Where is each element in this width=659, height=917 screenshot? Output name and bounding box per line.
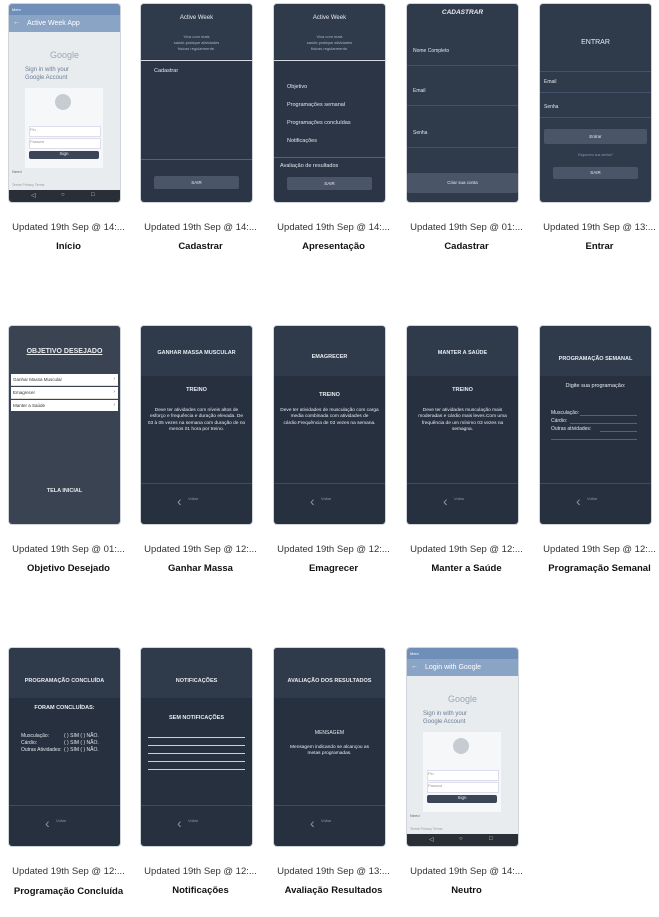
screen-name[interactable]: Cadastrar xyxy=(400,241,533,252)
nav-recent-icon[interactable]: □ xyxy=(91,192,95,198)
sair-button[interactable]: SAIR xyxy=(154,176,239,189)
nav-back-icon[interactable]: ◁ xyxy=(429,836,434,843)
back-arrow-icon: ← xyxy=(411,663,418,670)
updated-label: Updated 19th Sep @ 01:... xyxy=(12,544,125,555)
password-field[interactable]: Passwd xyxy=(427,782,499,793)
menu-item-avaliacao[interactable]: Avaliação de resultados xyxy=(280,163,338,169)
screen-thumbnail[interactable]: MANTER A SAÚDE TREINO Deve ter atividade… xyxy=(407,326,518,524)
updated-label: Updated 19th Sep @ 14:... xyxy=(410,866,523,877)
email-field[interactable]: Email xyxy=(407,81,518,106)
password-field[interactable]: Passwd xyxy=(29,138,101,149)
back-arrow-icon: ← xyxy=(13,19,20,26)
screen-name[interactable]: Notificações xyxy=(134,885,267,896)
sair-button[interactable]: SAIR xyxy=(553,167,638,179)
screen-name[interactable]: Entrar xyxy=(533,241,659,252)
signin-button[interactable]: Sign xyxy=(427,795,497,803)
forgot-password-link[interactable]: Esqueceu sua senha? xyxy=(540,153,651,157)
avatar-icon xyxy=(453,738,469,754)
screen-name[interactable]: Ganhar Massa xyxy=(134,563,267,574)
screen-thumbnail[interactable]: OBJETIVO DESEJADO Ganhar Massa Muscular ›… xyxy=(9,326,120,524)
screen-name[interactable]: Cadastrar xyxy=(134,241,267,252)
updated-label: Updated 19th Sep @ 12:... xyxy=(543,544,656,555)
screen-name[interactable]: Objetivo Desejado xyxy=(2,563,135,574)
screen-name[interactable]: Apresentação xyxy=(267,241,400,252)
option-emagrecer[interactable]: Emagrecer › xyxy=(11,387,118,399)
screen-name[interactable]: Emagrecer xyxy=(267,563,400,574)
appbar-title: Active Week App xyxy=(27,20,80,27)
musculacao-options[interactable]: ( ) SIM ( ) NÃO. xyxy=(64,733,99,739)
chevron-right-icon: › xyxy=(113,376,115,382)
avatar-icon xyxy=(55,94,71,110)
nav-home-icon[interactable]: ○ xyxy=(61,192,65,198)
updated-label: Updated 19th Sep @ 14:... xyxy=(12,222,125,233)
option-manter-saude[interactable]: Manter a Saúde › xyxy=(11,400,118,411)
entrar-button[interactable]: Entrar xyxy=(544,129,647,144)
chevron-right-icon: › xyxy=(113,402,115,408)
signin-button[interactable]: Sign xyxy=(29,151,99,159)
sair-button[interactable]: SAIR xyxy=(287,177,372,190)
menu-item-objetivo[interactable]: Objetivo xyxy=(287,84,307,90)
screen-thumbnail[interactable]: CADASTRAR Nome Completo Email Senha Cria… xyxy=(407,4,518,202)
updated-label: Updated 19th Sep @ 14:... xyxy=(144,222,257,233)
screen-name[interactable]: Programação Concluída xyxy=(2,885,135,898)
senha-field[interactable]: Senha xyxy=(407,123,518,148)
updated-label: Updated 19th Sep @ 13:... xyxy=(277,866,390,877)
option-ganhar-massa[interactable]: Ganhar Massa Muscular › xyxy=(11,374,118,386)
menu-item-notificacoes[interactable]: Notificações xyxy=(287,138,317,144)
nav-back-icon[interactable]: ◁ xyxy=(31,192,36,199)
screen-thumbnail[interactable]: Active Week Viva com mais saúde,pratique… xyxy=(141,4,252,202)
pin-field[interactable]: Pin xyxy=(29,126,101,137)
updated-label: Updated 19th Sep @ 12:... xyxy=(410,544,523,555)
updated-label: Updated 19th Sep @ 13:... xyxy=(543,222,656,233)
screen-name[interactable]: Programação Semanal xyxy=(533,563,659,574)
nome-field[interactable]: Nome Completo xyxy=(407,41,518,66)
senha-field[interactable]: Senha xyxy=(540,97,651,118)
menu-item-concluidas[interactable]: Programações concluídas xyxy=(287,120,351,126)
screen-thumbnail[interactable]: Active Week Viva com mais saúde,pratique… xyxy=(274,4,385,202)
chevron-right-icon: › xyxy=(113,389,115,395)
screen-thumbnail[interactable]: GANHAR MASSA MUSCULAR TREINO Deve ter at… xyxy=(141,326,252,524)
outras-input[interactable] xyxy=(600,431,637,432)
back-arrow-icon[interactable]: ‹ xyxy=(177,815,182,831)
back-arrow-icon[interactable]: ‹ xyxy=(443,493,448,509)
outras-options[interactable]: ( ) SIM ( ) NÃO. xyxy=(64,747,99,753)
back-arrow-icon[interactable]: ‹ xyxy=(576,493,581,509)
cardio-input[interactable] xyxy=(570,423,637,424)
screen-name[interactable]: Manter a Saúde xyxy=(400,563,533,574)
screen-thumbnail[interactable]: NOTIFICAÇÕES SEM NOTIFICAÇÕES ‹ Voltar xyxy=(141,648,252,846)
criar-conta-button[interactable]: Criar sua conta xyxy=(407,173,518,193)
screen-thumbnail[interactable]: AVALIAÇÃO DOS RESULTADOS MENSAGEM Mensag… xyxy=(274,648,385,846)
pin-field[interactable]: Pin xyxy=(427,770,499,781)
nav-recent-icon[interactable]: □ xyxy=(489,836,493,842)
screen-thumbnail[interactable]: PROGRAMAÇÃO CONCLUÍDA FORAM CONCLUÍDAS: … xyxy=(9,648,120,846)
appbar-title: Login with Google xyxy=(425,664,482,671)
updated-label: Updated 19th Sep @ 12:... xyxy=(144,866,257,877)
updated-label: Updated 19th Sep @ 12:... xyxy=(144,544,257,555)
screen-thumbnail[interactable]: PROGRAMAÇÃO SEMANAL Digite sua programaç… xyxy=(540,326,651,524)
back-arrow-icon[interactable]: ‹ xyxy=(310,493,315,509)
screen-name[interactable]: Avaliação Resultados xyxy=(267,885,400,896)
updated-label: Updated 19th Sep @ 01:... xyxy=(410,222,523,233)
back-arrow-icon[interactable]: ‹ xyxy=(45,815,50,831)
screen-thumbnail[interactable]: Merv ← Login with Google Google Sign in … xyxy=(407,648,518,846)
back-arrow-icon[interactable]: ‹ xyxy=(310,815,315,831)
tela-inicial-link[interactable]: TELA INICIAL xyxy=(9,488,120,494)
email-field[interactable]: Email xyxy=(540,71,651,93)
screen-name[interactable]: Neutro xyxy=(400,885,533,896)
screen-name[interactable]: Início xyxy=(2,241,135,252)
cardio-options[interactable]: ( ) SIM ( ) NÃO. xyxy=(64,740,99,746)
updated-label: Updated 19th Sep @ 14:... xyxy=(277,222,390,233)
screen-thumbnail[interactable]: ENTRAR Email Senha Entrar Esqueceu sua s… xyxy=(540,4,651,202)
screen-thumbnail[interactable]: EMAGRECER TREINO Deve ter atividades de … xyxy=(274,326,385,524)
musculacao-input[interactable] xyxy=(580,415,637,416)
back-arrow-icon[interactable]: ‹ xyxy=(177,493,182,509)
screen-thumbnail[interactable]: Merv ← Active Week App Google Sign in wi… xyxy=(9,4,120,202)
menu-item-semanal[interactable]: Programações semanal xyxy=(287,102,345,108)
updated-label: Updated 19th Sep @ 12:... xyxy=(12,866,125,877)
updated-label: Updated 19th Sep @ 12:... xyxy=(277,544,390,555)
nav-home-icon[interactable]: ○ xyxy=(459,836,463,842)
